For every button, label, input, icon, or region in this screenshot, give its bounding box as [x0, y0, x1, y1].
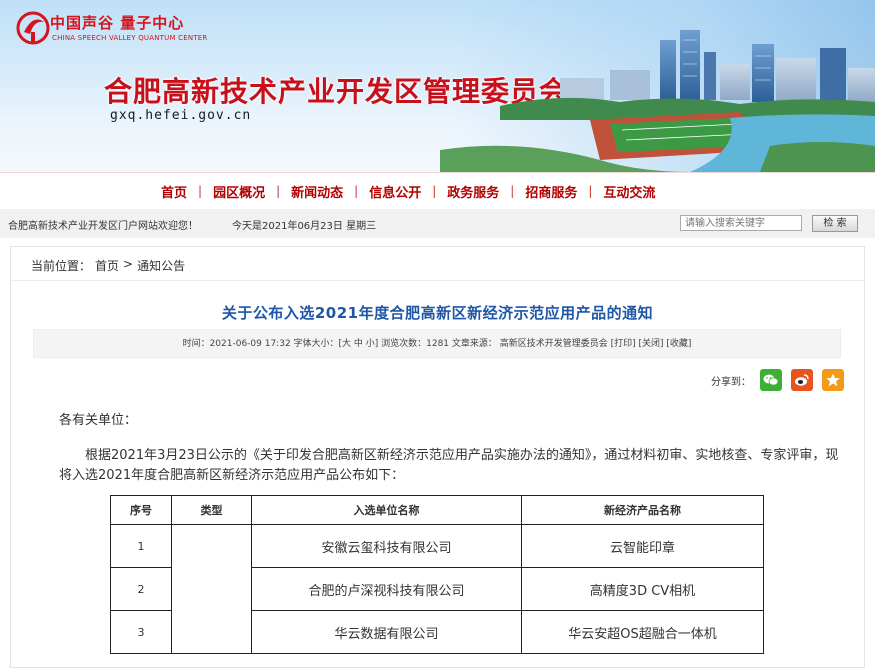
logo-mark-icon [16, 11, 50, 45]
product-table: 序号 类型 入选单位名称 新经济产品名称 1 安徽云玺科技有限公司 云智能印章 … [110, 495, 764, 654]
weibo-share-button[interactable] [791, 369, 813, 391]
welcome-text: 合肥高新技术产业开发区门户网站欢迎您！ [8, 221, 198, 232]
table-header-index: 序号 [110, 495, 172, 525]
share-bar: 分享到： [711, 369, 844, 391]
favorite-icon [826, 373, 840, 387]
nav-item-home[interactable]: 首页 [150, 182, 198, 201]
share-label: 分享到： [711, 376, 751, 388]
row-product: 华云安超OS超融合一体机 [521, 610, 764, 654]
nav-item-park-overview[interactable]: 园区概况 [202, 182, 276, 201]
table-row: 1 安徽云玺科技有限公司 云智能印章 [110, 524, 764, 654]
search-button[interactable]: 检 索 [812, 215, 858, 232]
row-company: 华云数据有限公司 [251, 610, 522, 654]
site-logo[interactable]: 中国声谷 量子中心 CHINA SPEECH VALLEY QUANTUM CE… [16, 10, 216, 50]
row-product: 云智能印章 [521, 524, 764, 568]
row-type [171, 524, 252, 654]
row-product: 高精度3D CV相机 [521, 567, 764, 611]
article-meta-bar: 时间：2021-06-09 17:32 字体大小：[大 中 小] 浏览次数：12… [33, 329, 841, 358]
row-index: 3 [110, 610, 172, 654]
nav-item-news[interactable]: 新闻动态 [280, 182, 354, 201]
article-body-paragraph: 根据2021年3月23日公示的《关于印发合肥高新区新经济示范应用产品实施办法的通… [59, 448, 839, 483]
search-input[interactable] [680, 215, 802, 231]
site-banner: 中国声谷 量子中心 CHINA SPEECH VALLEY QUANTUM CE… [0, 0, 875, 172]
nav-item-gov-services[interactable]: 政务服务 [436, 182, 510, 201]
weibo-icon [795, 374, 809, 386]
row-index: 1 [110, 524, 172, 568]
main-nav: 首页 | 园区概况 | 新闻动态 | 信息公开 | 政务服务 | 招商服务 | … [0, 172, 875, 210]
main-nav-items: 首页 | 园区概况 | 新闻动态 | 信息公开 | 政务服务 | 招商服务 | … [150, 173, 666, 209]
breadcrumb-separator: > [123, 257, 134, 271]
content-panel: 当前位置： 首页 > 通知公告 关于公布入选2021年度合肥高新区新经济示范应用… [10, 246, 865, 668]
breadcrumb: 当前位置： 首页 > 通知公告 [31, 257, 185, 274]
table-header-row: 序号 类型 入选单位名称 新经济产品名称 [110, 495, 764, 525]
logo-english-text: CHINA SPEECH VALLEY QUANTUM CENTER [52, 34, 208, 42]
row-index: 2 [110, 567, 172, 611]
breadcrumb-current[interactable]: 通知公告 [137, 257, 185, 274]
site-domain: gxq.hefei.gov.cn [110, 108, 252, 123]
nav-item-interaction[interactable]: 互动交流 [592, 182, 666, 201]
nav-item-investment[interactable]: 招商服务 [514, 182, 588, 201]
article-greeting: 各有关单位： [59, 413, 138, 428]
article-title: 关于公布入选2021年度合肥高新区新经济示范应用产品的通知 [221, 304, 654, 322]
nav-item-info-disclosure[interactable]: 信息公开 [358, 182, 432, 201]
row-company: 安徽云玺科技有限公司 [251, 524, 522, 568]
table-header-type: 类型 [171, 495, 252, 525]
wechat-share-button[interactable] [760, 369, 782, 391]
row-company: 合肥的卢深视科技有限公司 [251, 567, 522, 611]
date-text: 今天是2021年06月23日 星期三 [232, 221, 377, 232]
breadcrumb-divider [11, 280, 864, 281]
city-skyline-illustration [440, 30, 875, 172]
breadcrumb-home-link[interactable]: 首页 [95, 257, 119, 274]
logo-chinese-text: 中国声谷 量子中心 [50, 14, 185, 32]
wechat-icon [763, 374, 779, 386]
table-header-product: 新经济产品名称 [521, 495, 764, 525]
favorite-share-button[interactable] [822, 369, 844, 391]
breadcrumb-label: 当前位置： [31, 259, 92, 273]
info-bar: 合肥高新技术产业开发区门户网站欢迎您！ 今天是2021年06月23日 星期三 检… [0, 209, 875, 238]
table-header-company: 入选单位名称 [251, 495, 522, 525]
